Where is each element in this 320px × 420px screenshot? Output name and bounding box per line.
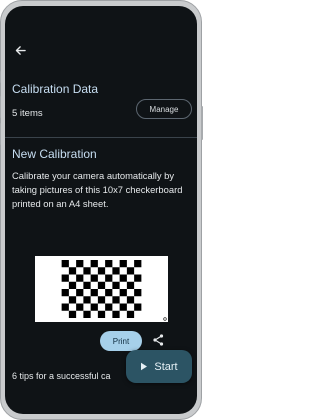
checkerboard-square	[76, 303, 84, 311]
print-button[interactable]: Print	[100, 331, 142, 351]
checkerboard-square	[112, 310, 120, 318]
new-calibration-description: Calibrate your camera automatically by t…	[12, 170, 183, 209]
start-button[interactable]: Start	[126, 350, 192, 383]
start-button-label: Start	[154, 360, 178, 373]
checkerboard-square	[119, 303, 127, 311]
checkerboard-square	[90, 260, 98, 268]
checkerboard-square	[126, 281, 135, 289]
checkerboard-square	[90, 289, 98, 297]
checkerboard-square	[76, 274, 84, 282]
checkerboard-square	[76, 260, 84, 268]
checkerboard-square	[97, 281, 106, 289]
checkerboard-square	[134, 303, 142, 311]
checkerboard-square	[83, 267, 91, 275]
manage-button[interactable]: Manage	[136, 99, 192, 119]
power-button	[201, 106, 203, 140]
side-button	[0, 71, 1, 83]
checkerboard-square	[90, 274, 98, 282]
share-button[interactable]	[151, 333, 165, 347]
checkerboard-square	[119, 260, 127, 268]
checkerboard-square	[83, 310, 91, 318]
checkerboard-square	[68, 281, 77, 289]
checkerboard-square	[68, 310, 77, 318]
app-screen: Calibration Data 5 items Manage New Cali…	[5, 6, 197, 414]
share-icon	[152, 334, 163, 346]
checkerboard-square	[105, 274, 113, 282]
checkerboard-square	[68, 267, 77, 275]
checkerboard-square	[61, 303, 69, 311]
checkerboard-marker	[163, 317, 167, 321]
checkerboard-square	[105, 260, 113, 268]
checkerboard-square	[97, 296, 106, 304]
checkerboard-square	[126, 267, 135, 275]
phone-frame: Calibration Data 5 items Manage New Cali…	[0, 0, 203, 420]
play-icon	[141, 362, 148, 371]
checkerboard-square	[90, 303, 98, 311]
section-divider	[5, 137, 197, 138]
checkerboard-pattern	[61, 260, 167, 321]
checkerboard-square	[119, 274, 127, 282]
checkerboard-square	[112, 281, 120, 289]
checkerboard-square	[134, 260, 142, 268]
checkerboard-square	[76, 289, 84, 297]
checkerboard-square	[112, 267, 120, 275]
checkerboard-square	[126, 296, 135, 304]
checkerboard-image	[35, 256, 168, 322]
checkerboard-square	[97, 267, 106, 275]
checkerboard-square	[126, 310, 135, 318]
checkerboard-square	[61, 289, 69, 297]
checkerboard-square	[134, 274, 142, 282]
tips-link[interactable]: 6 tips for a successful ca	[12, 371, 111, 381]
checkerboard-square	[112, 296, 120, 304]
checkerboard-square	[134, 289, 142, 297]
checkerboard-square	[68, 296, 77, 304]
volume-down-button	[0, 123, 1, 145]
checkerboard-square	[97, 310, 106, 318]
checkerboard-square	[105, 289, 113, 297]
calibration-data-title: Calibration Data	[12, 82, 99, 96]
checkerboard-square	[119, 289, 127, 297]
new-calibration-title: New Calibration	[12, 147, 97, 161]
checkerboard-square	[61, 274, 69, 282]
checkerboard-square	[83, 296, 91, 304]
back-button[interactable]	[10, 40, 30, 60]
volume-up-button	[0, 96, 1, 118]
arrow-left-icon	[15, 45, 26, 55]
calibration-items-count: 5 items	[12, 108, 43, 119]
checkerboard-square	[83, 281, 91, 289]
checkerboard-square	[105, 303, 113, 311]
checkerboard-square	[61, 260, 69, 268]
